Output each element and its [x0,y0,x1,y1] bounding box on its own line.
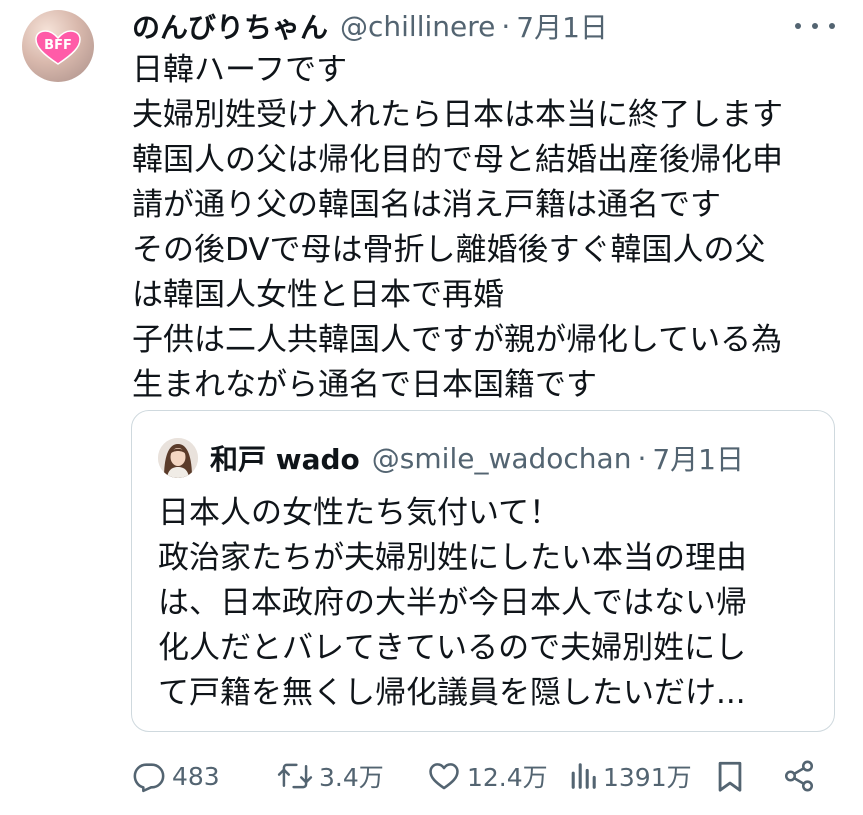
tweet-text: 日韓ハーフです 夫婦別姓受け入れたら日本は本当に終了します 韓国人の父は帰化目的… [132,48,852,408]
repost-button[interactable]: 3.4万 [277,754,384,798]
tweet-line: その後DVで母は骨折し離婚後すぐ韓国人の父 [132,232,766,268]
author-avatar[interactable]: BFF [22,10,94,82]
quote-line: 日本人の女性たち気付いて！ [158,495,561,531]
quote-line: 政治家たちが夫婦別姓にしたい本当の理由 [158,540,747,576]
action-bar: 483 3.4万 12.4万 1391万 [132,754,832,798]
bookmark-icon [718,761,742,792]
more-dot [812,23,818,29]
tweet-line: 韓国人の父は帰化目的で母と結婚出産後帰化申 [132,142,783,178]
quote-header: 和戸 wado @smile_wadochan · 7月1日 [158,438,744,478]
separator: · [501,9,511,43]
tweet-line: 子供は二人共韓国人ですが親が帰化している為 [132,322,783,358]
reply-count: 483 [172,761,220,791]
tweet-line: 生まれながら通名で日本国籍です [132,367,597,403]
quote-line: は、日本政府の大半が今日本人ではない帰 [158,585,747,621]
repost-count: 3.4万 [319,763,384,792]
quoted-tweet[interactable]: 和戸 wado @smile_wadochan · 7月1日 日本人の女性たち気… [131,410,835,732]
tweet-line: 請が通り父の韓国名は消え戸籍は通名です [132,187,721,223]
avatar-text: BFF [44,38,72,53]
tweet-date[interactable]: 7月1日 [516,6,608,46]
like-icon [429,763,459,790]
more-dot [795,23,801,29]
like-count: 12.4万 [467,763,548,792]
more-dot [829,23,835,29]
author-handle[interactable]: @chillinere [340,10,495,43]
quote-line: 化人だとバレてきているので夫婦別姓にし [158,630,747,666]
like-button[interactable]: 12.4万 [427,754,548,798]
tweet-header: のんびりちゃん @chillinere · 7月1日 [132,6,608,46]
reply-button[interactable]: 483 [132,754,220,798]
tweet-line: 日韓ハーフです [132,52,348,88]
tweet-line: 夫婦別姓受け入れたら日本は本当に終了します [132,97,783,133]
author-name[interactable]: のんびりちゃん [132,6,328,46]
more-icon[interactable] [795,14,835,38]
quote-avatar[interactable] [158,438,198,478]
quote-author-name[interactable]: 和戸 wado [210,438,360,478]
bookmark-button[interactable] [715,754,745,798]
share-icon [784,760,814,792]
separator: · [637,441,647,475]
quote-date[interactable]: 7月1日 [652,438,744,478]
share-button[interactable] [782,754,816,798]
quote-line: て戸籍を無くし帰化議員を隠したいだけ... [158,675,746,711]
quote-text: 日本人の女性たち気付いて！ 政治家たちが夫婦別姓にしたい本当の理由 は、日本政府… [158,491,818,716]
quote-author-handle[interactable]: @smile_wadochan [372,442,632,475]
repost-icon [277,763,313,789]
views-icon [571,763,596,789]
tweet-line: は韓国人女性と日本で再婚 [132,277,504,313]
views-count: 1391万 [603,763,692,792]
reply-icon [133,763,165,793]
person-avatar-icon [158,438,198,478]
views-button[interactable]: 1391万 [569,754,692,798]
